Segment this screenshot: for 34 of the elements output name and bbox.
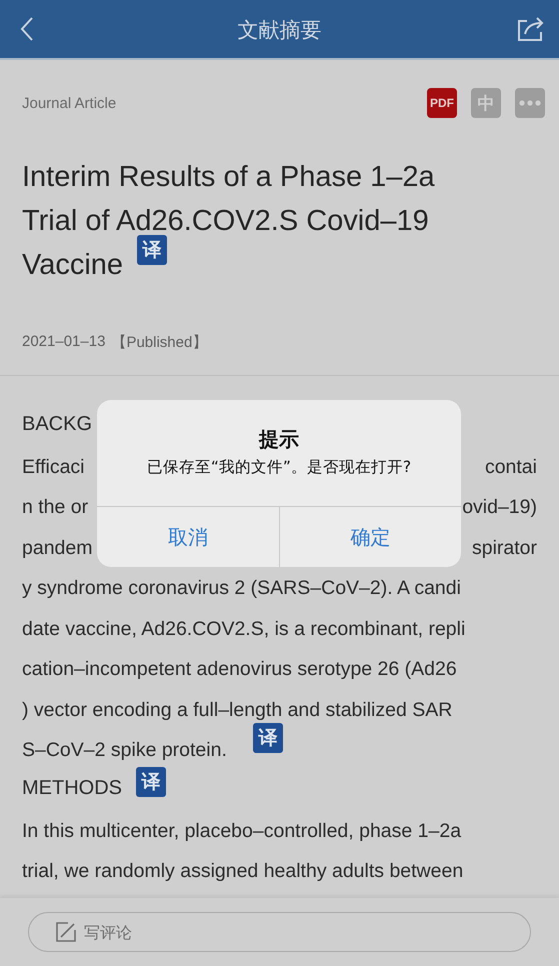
publish-status: 【Published】 (111, 333, 208, 352)
dialog-title: 提示 (259, 426, 299, 453)
pdf-button[interactable]: PDF (427, 88, 457, 118)
abstract-text: pandem (22, 536, 92, 560)
abstract-text: In this multicenter, placebo–controlled, phase 1–2a (22, 820, 462, 843)
dialog-message: 已保存至“我的文件”。是否现在打开? (146, 457, 412, 478)
article-title: Vaccine (22, 248, 124, 283)
abstract-text: Efficaci (22, 456, 84, 479)
article-title: Interim Results of a Phase 1–2a (22, 160, 435, 195)
section-heading: METHODS (22, 777, 122, 800)
abstract-text: trial, we randomly assigned healthy adults between (22, 860, 464, 884)
abstract-text: n the or (22, 496, 88, 520)
abstract-text: y syndrome coronavirus 2 (SARS–CoV–2). A candi (22, 577, 461, 600)
section-heading: BACKG (22, 413, 92, 436)
share-icon[interactable] (517, 16, 545, 42)
back-icon[interactable] (20, 16, 34, 42)
abstract-text: spirator (472, 536, 537, 560)
translate-button[interactable]: 译 (136, 767, 166, 797)
comment-field[interactable]: 写评论 (28, 912, 531, 952)
abstract-text: date vaccine, Ad26.COV2.S, is a recombinant, repli (22, 618, 466, 641)
dialog-button[interactable]: 确定 (278, 507, 461, 567)
abstract-text: ) vector encoding a full–length and stabilized SAR (22, 698, 452, 722)
abstract-text: ovid–19) (462, 496, 537, 520)
more-icon (519, 100, 541, 106)
page-title: 文献摘要 (238, 17, 322, 44)
article-type: Journal Article (22, 94, 116, 112)
publish-date: 2021–01–13 (22, 333, 106, 352)
dialog-button[interactable]: 取消 (97, 507, 278, 567)
abstract-text: cation–incompetent adenovirus serotype 26 (Ad26 (22, 658, 457, 682)
abstract-text: contai (484, 456, 537, 479)
edit-icon (55, 921, 77, 943)
translate-button[interactable]: 译 (137, 235, 168, 265)
translate-button[interactable]: 译 (252, 722, 283, 752)
abstract-text: S–CoV–2 spike protein. (22, 739, 227, 762)
